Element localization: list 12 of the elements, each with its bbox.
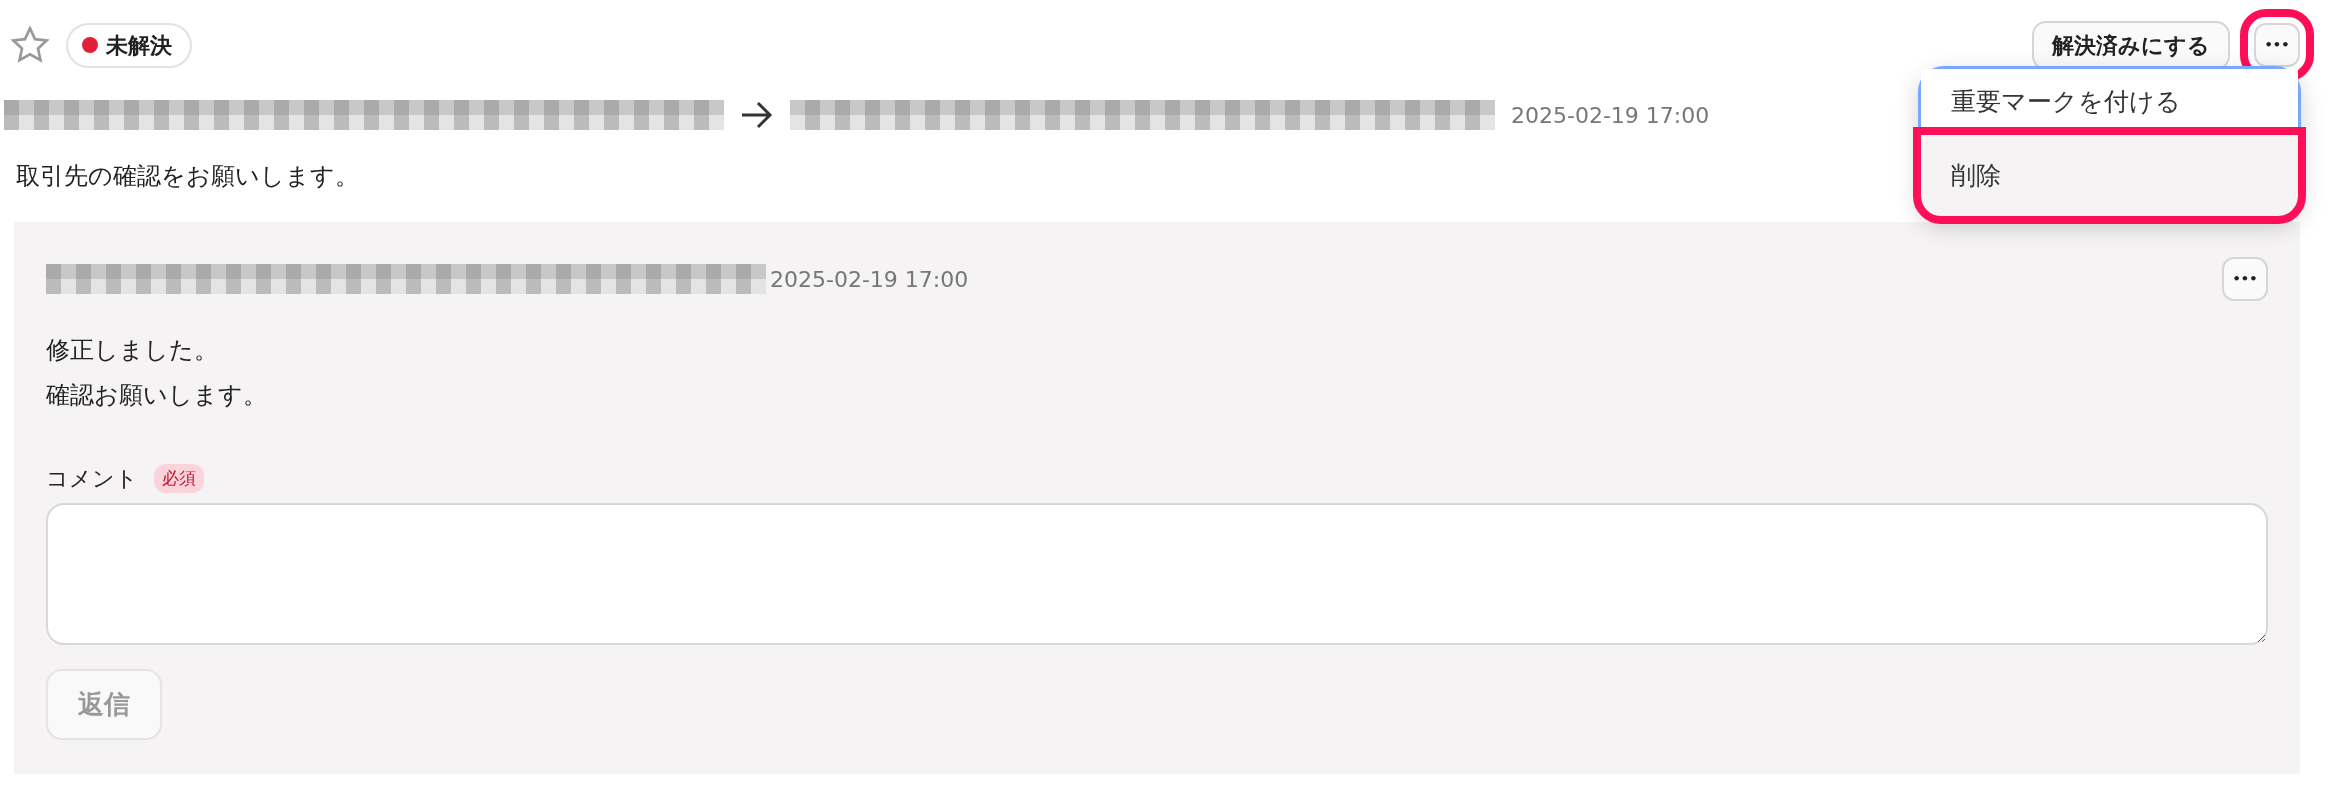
star-icon[interactable] — [10, 25, 50, 65]
message-line: 修正しました。 — [46, 335, 219, 366]
comment-field[interactable] — [46, 503, 2268, 645]
timestamp: 2025-02-19 17:00 — [1511, 101, 1710, 130]
required-badge: 必須 — [154, 463, 204, 494]
timestamp: 2025-02-19 17:00 — [770, 265, 969, 294]
message-line: 確認お願いします。 — [46, 380, 268, 411]
arrow-icon — [740, 100, 774, 130]
field-label: コメント — [46, 465, 138, 493]
message-text: 取引先の確認をお願いします。 — [16, 162, 359, 190]
more-button[interactable]: ••• — [2222, 257, 2268, 301]
status-label: 未解決 — [106, 31, 172, 60]
